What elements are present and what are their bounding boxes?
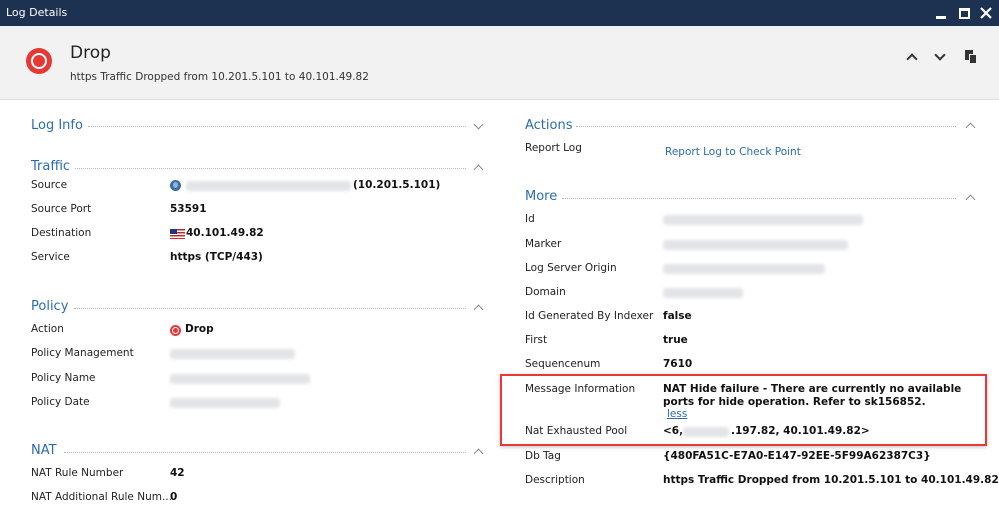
nat-rule-number-label: NAT Rule Number — [31, 467, 124, 479]
divider — [576, 126, 956, 127]
minimize-button[interactable] — [932, 4, 950, 22]
db-tag-value: {480FA51C-E7A0-E147-92EE-5F99A62387C3} — [663, 450, 931, 462]
next-log-button[interactable] — [932, 48, 950, 66]
divider — [64, 452, 466, 453]
previous-log-button[interactable] — [904, 48, 922, 66]
nat-rule-number-value: 42 — [170, 467, 185, 479]
action-value: Drop — [185, 323, 214, 335]
section-traffic-title[interactable]: Traffic — [31, 159, 70, 174]
close-button[interactable] — [977, 4, 995, 22]
source-port-value: 53591 — [170, 203, 207, 215]
message-information-value: NAT Hide failure - There are currently n… — [663, 383, 962, 408]
policy-date-label: Policy Date — [31, 396, 90, 408]
nat-additional-rule-value: 0 — [170, 491, 178, 503]
message-information-label: Message Information — [525, 383, 636, 395]
sequencenum-value: 7610 — [663, 358, 693, 370]
report-log-label: Report Log — [525, 142, 582, 154]
divider — [75, 168, 466, 169]
source-ip-value: (10.201.5.101) — [353, 179, 441, 191]
policy-management-label: Policy Management — [31, 347, 134, 359]
chevron-down-icon[interactable] — [473, 119, 484, 130]
chevron-up-icon[interactable] — [965, 122, 976, 133]
log-server-origin-redacted — [663, 264, 825, 274]
domain-redacted — [663, 288, 743, 298]
description-label: Description — [525, 474, 585, 486]
chevron-up-icon[interactable] — [473, 448, 484, 459]
destination-label: Destination — [31, 227, 92, 239]
id-label: Id — [525, 213, 535, 225]
divider — [74, 308, 466, 309]
less-link[interactable]: less — [667, 408, 687, 420]
section-log-info-title[interactable]: Log Info — [31, 118, 83, 133]
drop-icon — [170, 325, 181, 336]
nat-exhausted-pool-label: Nat Exhausted Pool — [525, 425, 628, 437]
description-value: https Traffic Dropped from 10.201.5.101 … — [663, 474, 999, 486]
nat-additional-rule-label: NAT Additional Rule Num... — [31, 491, 172, 503]
section-more-title[interactable]: More — [525, 189, 557, 204]
us-flag-icon — [170, 229, 185, 239]
policy-name-redacted — [170, 374, 310, 384]
log-subtitle: https Traffic Dropped from 10.201.5.101 … — [70, 71, 369, 83]
close-icon — [980, 7, 992, 19]
domain-label: Domain — [525, 286, 566, 298]
drop-icon — [26, 48, 52, 74]
window-title: Log Details — [6, 6, 68, 19]
db-tag-label: Db Tag — [525, 450, 561, 462]
divider — [88, 126, 466, 127]
marker-label: Marker — [525, 238, 562, 250]
section-policy-title[interactable]: Policy — [31, 299, 68, 314]
chevron-up-icon[interactable] — [473, 164, 484, 175]
minimize-icon — [936, 15, 946, 19]
source-port-label: Source Port — [31, 203, 92, 215]
pool-ip-redacted — [683, 427, 729, 437]
sequencenum-label: Sequencenum — [525, 358, 601, 370]
maximize-icon — [958, 7, 970, 19]
globe-icon — [170, 180, 181, 191]
source-hostname-redacted — [186, 181, 351, 191]
chevron-up-icon[interactable] — [473, 304, 484, 315]
section-nat-title[interactable]: NAT — [31, 443, 57, 458]
source-label: Source — [31, 179, 68, 191]
maximize-button[interactable] — [955, 4, 973, 22]
chevron-up-icon — [906, 53, 918, 65]
service-label: Service — [31, 251, 70, 263]
chevron-down-icon — [934, 49, 946, 61]
marker-redacted — [663, 240, 848, 250]
action-label: Action — [31, 323, 64, 335]
id-generated-label: Id Generated By Indexer — [525, 310, 654, 322]
id-redacted — [663, 215, 863, 225]
section-actions-title[interactable]: Actions — [525, 118, 573, 133]
log-server-origin-label: Log Server Origin — [525, 262, 617, 274]
nat-exhausted-pool-suffix: .197.82, 40.101.49.82> — [731, 425, 870, 437]
first-value: true — [663, 334, 688, 346]
report-log-link[interactable]: Report Log to Check Point — [665, 146, 801, 158]
log-title: Drop — [70, 43, 111, 63]
service-value: https (TCP/443) — [170, 251, 263, 263]
divider — [562, 198, 956, 199]
policy-management-redacted — [170, 349, 295, 359]
copy-button[interactable] — [962, 48, 980, 66]
log-header: Drop https Traffic Dropped from 10.201.5… — [0, 26, 999, 100]
chevron-up-icon[interactable] — [965, 194, 976, 205]
title-bar: Log Details — [0, 0, 999, 26]
first-label: First — [525, 334, 548, 346]
id-generated-value: false — [663, 310, 692, 322]
policy-date-redacted — [170, 398, 280, 408]
destination-value: 40.101.49.82 — [186, 227, 264, 239]
policy-name-label: Policy Name — [31, 372, 96, 384]
nat-exhausted-pool-prefix: <6, — [663, 425, 684, 437]
